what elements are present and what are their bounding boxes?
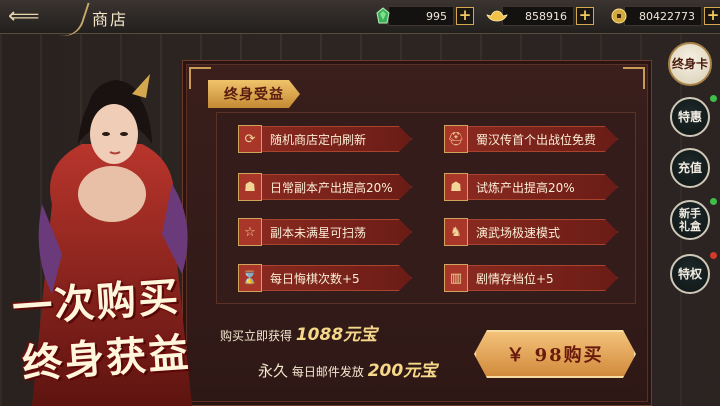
currency-coin: 80422773 +: [608, 6, 720, 26]
benefit-label: 每日悔棋次数+5: [270, 272, 360, 286]
tab-lifetime-card[interactable]: 终身卡: [668, 42, 712, 86]
add-coin-button[interactable]: +: [704, 7, 720, 25]
back-button[interactable]: ⟸: [8, 0, 90, 42]
benefit-label: 演武场极速模式: [476, 226, 561, 240]
tab-recharge[interactable]: 充值: [670, 148, 710, 188]
coin-icon: [608, 6, 630, 26]
purchase-instant-reward: 购买立即获得 1088元宝: [220, 325, 378, 345]
money-bag-icon: ☗: [238, 173, 262, 201]
benefit-item: ⌛ 每日悔棋次数+5: [238, 264, 412, 292]
notification-dot: [710, 252, 717, 259]
notification-dot: [710, 95, 717, 102]
hourglass-icon: ⌛: [238, 264, 262, 292]
gold-ingot-icon: [486, 6, 508, 26]
jade-icon: [372, 6, 394, 26]
add-jade-button[interactable]: +: [456, 7, 474, 25]
benefit-label: 日常副本产出提高20%: [270, 181, 393, 195]
section-title: 终身受益: [208, 80, 300, 108]
horse-icon: ♞: [444, 218, 468, 246]
benefit-item: ⛑ 蜀汉传首个出战位免费: [444, 125, 618, 153]
helmet-icon: ⛑: [444, 125, 468, 153]
benefit-label: 蜀汉传首个出战位免费: [476, 133, 597, 147]
purchase-daily-reward: 永久 每日邮件发放 200元宝: [258, 361, 438, 381]
jade-amount: 995: [388, 6, 454, 26]
add-gold-button[interactable]: +: [576, 7, 594, 25]
benefit-label: 剧情存档位+5: [476, 272, 554, 286]
money-bag-icon: ☗: [444, 173, 468, 201]
back-arrow-icon: ⟸: [8, 4, 40, 29]
benefit-label: 副本未满星可扫荡: [270, 226, 367, 240]
currency-gold: 858916 +: [486, 6, 594, 26]
refresh-icon: ⟳: [238, 125, 262, 153]
benefit-item: ☗ 试炼产出提高20%: [444, 173, 618, 201]
currency-jade: 995 +: [372, 6, 474, 26]
buy-button[interactable]: ￥ 98购买: [474, 330, 636, 378]
benefit-label: 试炼产出提高20%: [476, 181, 575, 195]
tab-privilege[interactable]: 特权: [670, 254, 710, 294]
benefit-item: ⟳ 随机商店定向刷新: [238, 125, 412, 153]
gold-amount: 858916: [502, 6, 574, 26]
tab-newbie-gift[interactable]: 新手礼盒: [670, 200, 710, 240]
slogan-line-2: 终身获益: [20, 329, 192, 388]
page-title: 商店: [92, 10, 129, 29]
benefit-item: ☗ 日常副本产出提高20%: [238, 173, 412, 201]
top-bar: ⟸ 商店 995 + 858916 + 80422773 +: [0, 0, 720, 42]
benefit-label: 随机商店定向刷新: [270, 133, 367, 147]
tab-special-offer[interactable]: 特惠: [670, 97, 710, 137]
benefit-item: ▥ 剧情存档位+5: [444, 264, 618, 292]
benefit-item: ♞ 演武场极速模式: [444, 218, 618, 246]
benefit-item: ☆ 副本未满星可扫荡: [238, 218, 412, 246]
notification-dot: [710, 198, 717, 205]
coin-amount: 80422773: [624, 6, 702, 26]
book-icon: ▥: [444, 264, 468, 292]
star-icon: ☆: [238, 218, 262, 246]
hero-artwork: 一次购买 终身获益: [0, 34, 215, 406]
